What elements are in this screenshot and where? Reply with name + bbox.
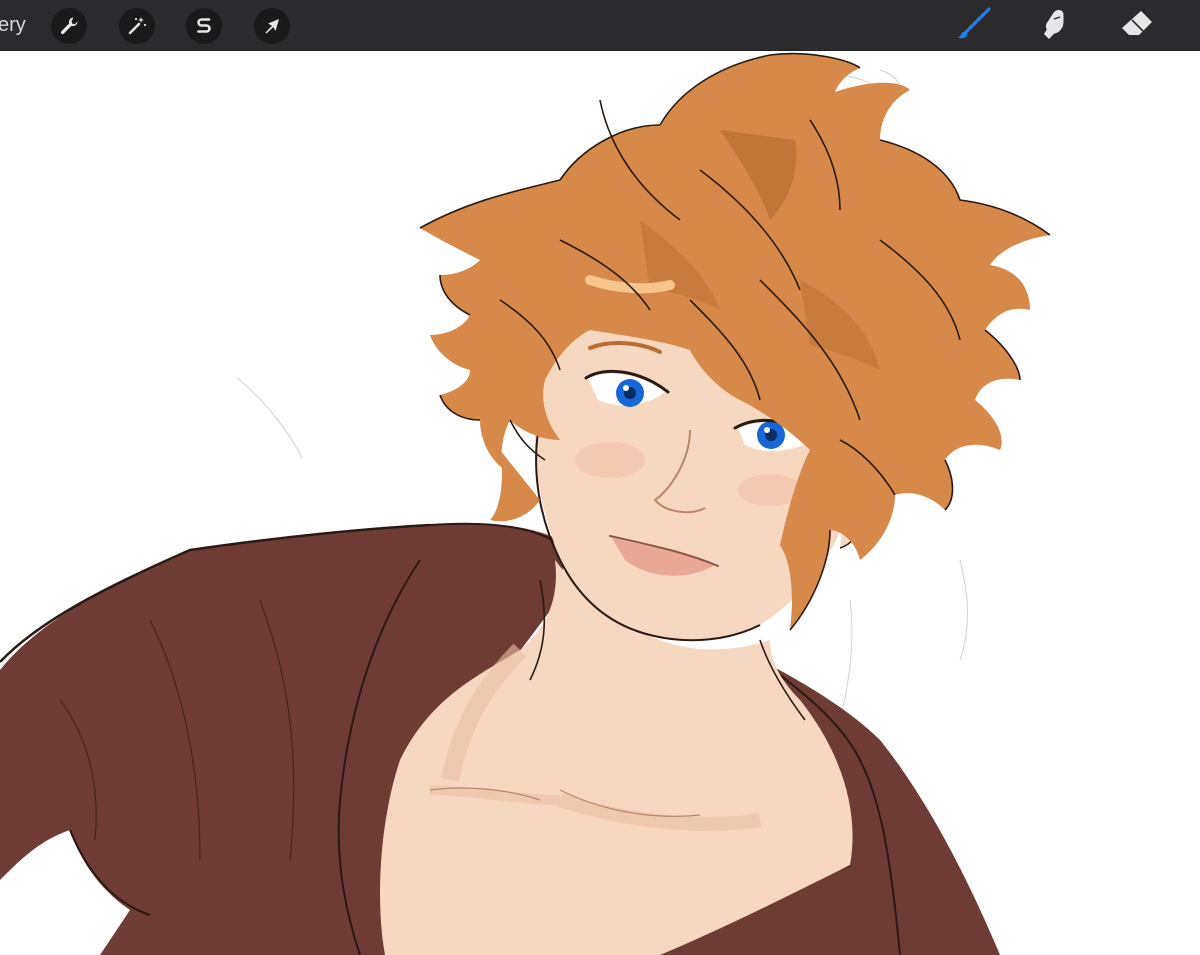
wrench-icon: [58, 15, 80, 37]
brush-icon: [956, 6, 992, 46]
eraser-icon: [1119, 8, 1155, 45]
selection-s-icon: [193, 15, 215, 37]
adjustments-button[interactable]: [119, 8, 155, 44]
actions-button[interactable]: [51, 8, 87, 44]
brush-button[interactable]: [955, 6, 993, 46]
drawing-canvas[interactable]: [0, 51, 1200, 955]
selection-button[interactable]: [186, 8, 222, 44]
smudge-button[interactable]: [1036, 8, 1074, 44]
magic-wand-icon: [126, 15, 148, 37]
arrow-cursor-icon: [261, 15, 283, 37]
artwork: [0, 52, 1051, 955]
transform-button[interactable]: [254, 8, 290, 44]
gallery-button[interactable]: ery: [0, 13, 26, 37]
eraser-button[interactable]: [1118, 8, 1156, 44]
top-toolbar: ery: [0, 0, 1200, 51]
smudge-finger-icon: [1038, 7, 1072, 46]
